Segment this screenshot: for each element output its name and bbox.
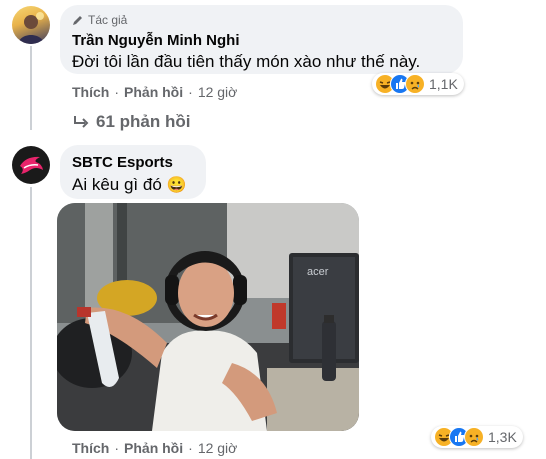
author-avatar[interactable] [12,6,50,44]
comment-text-row: Ai kêu gì đó 😀 [72,175,186,195]
separator: · [188,84,193,100]
comment-author-name[interactable]: Trần Nguyễn Minh Nghi [72,32,240,49]
reply-arrow-icon [74,116,89,128]
reaction-summary[interactable]: 1,3K [431,426,523,448]
comment-actions: Thích · Phản hồi · 12 giờ [72,440,237,456]
comment-time[interactable]: 12 giờ [198,440,238,456]
separator: · [114,84,120,100]
separator: · [188,440,193,456]
view-replies-link[interactable]: 61 phản hồi [72,112,190,132]
view-replies-label: 61 phản hồi [96,112,191,131]
reaction-summary[interactable]: 1,1K [372,73,464,95]
separator: · [114,440,120,456]
like-button[interactable]: Thích [72,84,109,100]
comment-author-name[interactable]: SBTC Esports [72,154,173,171]
sbtc-avatar[interactable] [12,146,50,184]
author-badge-label: Tác giả [88,13,128,27]
grinning-emoji: 😀 [166,177,187,194]
comment-text: Ai kêu gì đó [72,175,162,194]
comment-bubble: SBTC Esports Ai kêu gì đó 😀 [60,145,206,199]
reply-button[interactable]: Phản hồi [124,84,183,100]
thread-line [30,187,32,459]
comment-photo[interactable]: acer [57,203,359,431]
comment-actions: Thích · Phản hồi · 12 giờ [72,84,237,100]
author-badge: Tác giả [72,13,127,27]
sad-icon [464,427,484,447]
comment-bubble: Tác giả Trần Nguyễn Minh Nghi Đời tôi lầ… [60,5,463,74]
comment-text: Đời tôi lần đầu tiên thấy món xào như th… [72,52,421,71]
thread-line [30,46,32,130]
reaction-count: 1,3K [488,429,517,445]
comment-time[interactable]: 12 giờ [198,84,238,100]
monitor-brand: acer [307,266,329,278]
like-button[interactable]: Thích [72,440,109,456]
reply-button[interactable]: Phản hồi [124,440,183,456]
pencil-icon [73,16,82,25]
sad-icon [405,74,425,94]
reaction-count: 1,1K [429,76,458,92]
